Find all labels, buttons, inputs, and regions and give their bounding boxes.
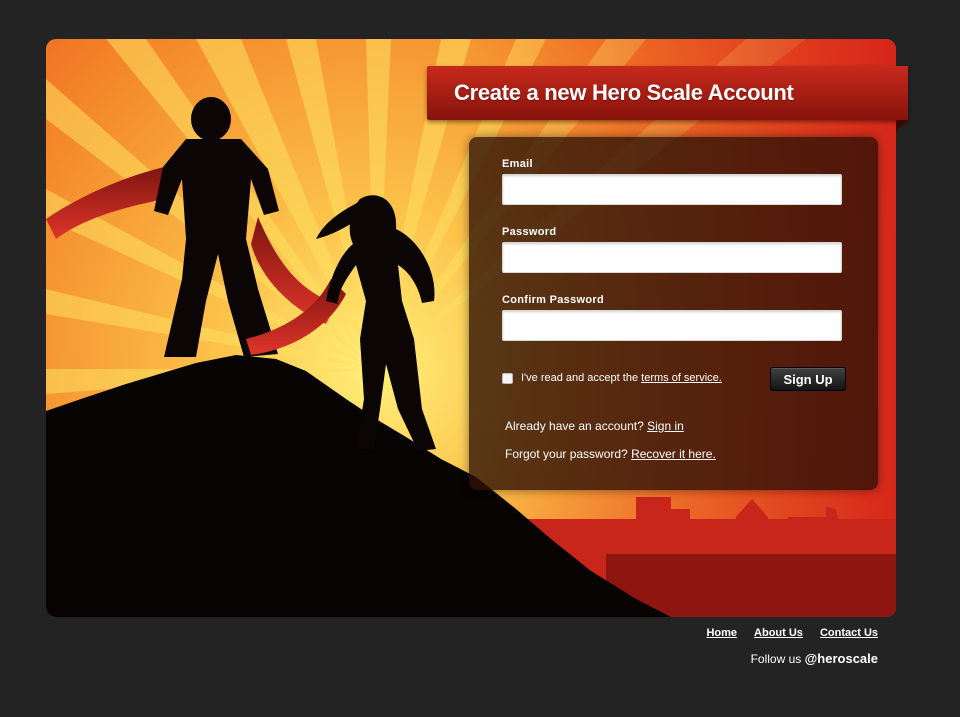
recover-text: Forgot your password? [505, 447, 628, 461]
footer-link-contact-us[interactable]: Contact Us [820, 627, 878, 639]
page-title: Create a new Hero Scale Account [454, 80, 794, 105]
signin-row: Already have an account? Sign in [505, 419, 684, 433]
signup-form-panel: Email Password Confirm Password I've rea… [469, 137, 878, 490]
signin-text: Already have an account? [505, 419, 644, 433]
title-ribbon: Create a new Hero Scale Account [427, 66, 908, 132]
terms-text: I've read and accept the [521, 372, 639, 384]
footer-nav: Home About Us Contact Us [706, 627, 878, 639]
recover-row: Forgot your password? Recover it here. [505, 447, 716, 461]
terms-row: I've read and accept the terms of servic… [502, 371, 722, 385]
footer-link-home[interactable]: Home [706, 627, 737, 639]
password-field[interactable] [502, 242, 842, 273]
twitter-handle[interactable]: @heroscale [805, 651, 878, 666]
sign-in-link[interactable]: Sign in [647, 419, 684, 433]
confirm-password-label: Confirm Password [502, 294, 604, 306]
terms-checkbox[interactable] [502, 372, 513, 384]
email-field[interactable] [502, 174, 842, 205]
follow-us: Follow us @heroscale [751, 651, 878, 666]
recover-password-link[interactable]: Recover it here. [631, 447, 716, 461]
follow-text: Follow us [750, 652, 802, 666]
sign-up-button[interactable]: Sign Up [770, 367, 846, 391]
confirm-password-field[interactable] [502, 310, 842, 341]
footer-link-about-us[interactable]: About Us [754, 627, 803, 639]
email-label: Email [502, 158, 533, 170]
terms-of-service-link[interactable]: terms of service. [641, 372, 722, 384]
password-label: Password [502, 226, 557, 238]
